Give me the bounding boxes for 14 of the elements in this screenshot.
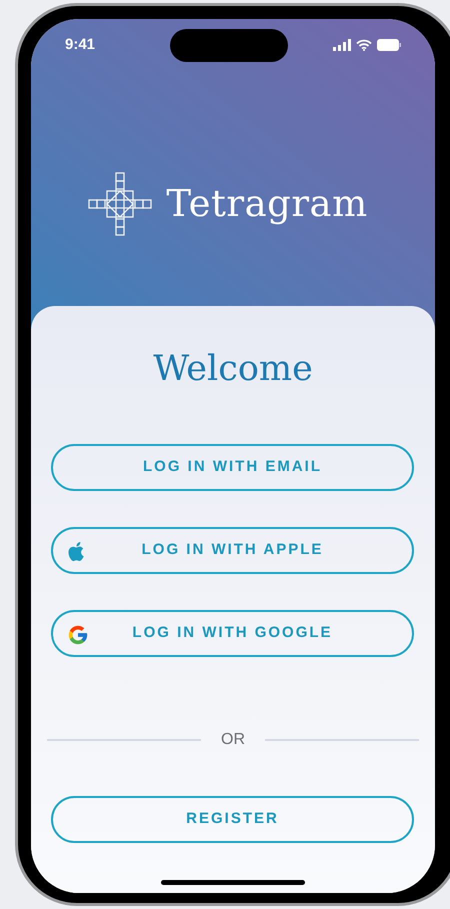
signal-icon [333, 39, 351, 51]
google-icon [67, 624, 89, 646]
app-name: Tetragram [166, 181, 368, 228]
wifi-icon [356, 39, 372, 51]
apple-login-button[interactable]: LOG IN WITH APPLE [51, 527, 414, 574]
register-button[interactable]: REGISTER [51, 796, 414, 843]
logo-icon [88, 172, 152, 236]
google-login-button[interactable]: LOG IN WITH GOOGLE [51, 610, 414, 657]
apple-icon [68, 542, 86, 562]
status-time: 9:41 [65, 34, 96, 55]
divider-label: OR [221, 730, 245, 750]
welcome-title: Welcome [152, 348, 314, 391]
battery-icon [377, 39, 401, 51]
email-login-button[interactable]: LOG IN WITH EMAIL [51, 444, 414, 491]
